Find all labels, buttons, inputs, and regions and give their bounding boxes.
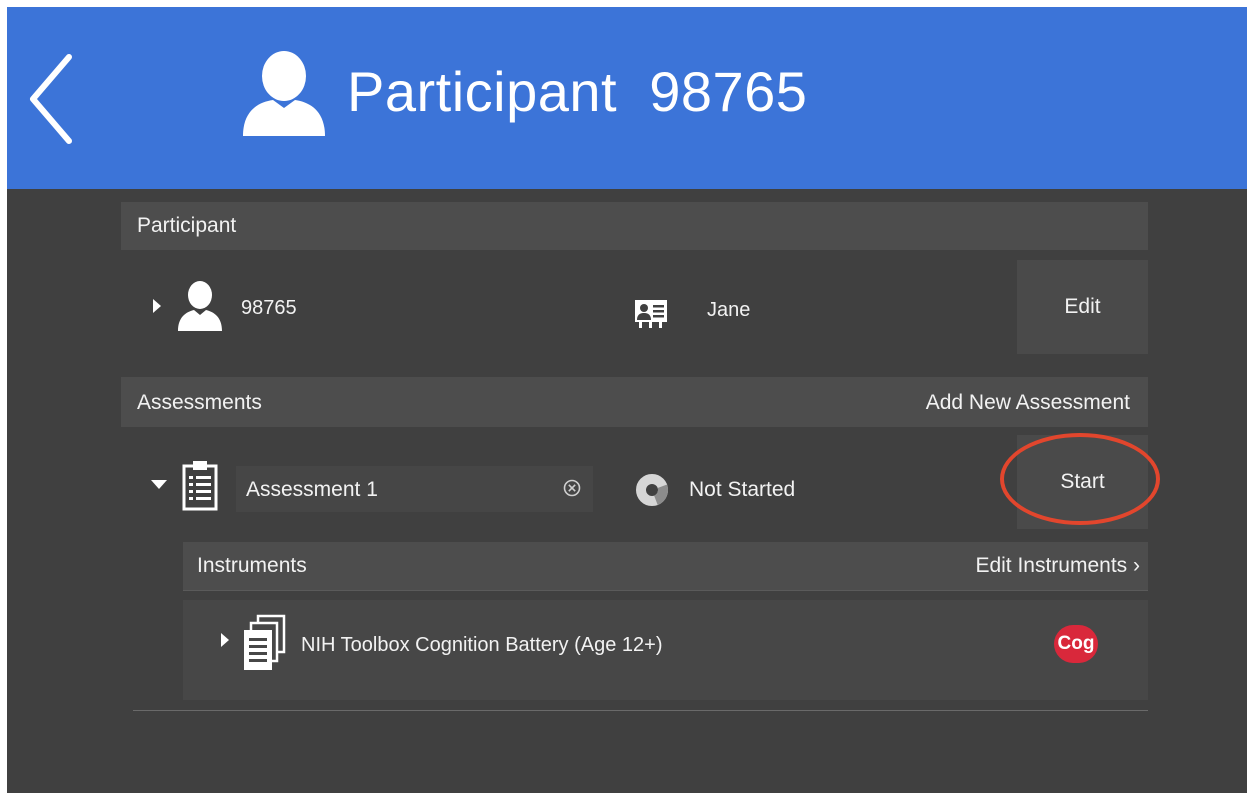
app-window: Participant 98765 Participant 98765 Jane…	[7, 7, 1247, 793]
clipboard-icon	[182, 461, 218, 511]
instrument-name: NIH Toolbox Cognition Battery (Age 12+)	[301, 634, 663, 656]
participant-user-icon	[178, 281, 222, 331]
start-button[interactable]: Start	[1017, 435, 1148, 529]
participant-id: 98765	[241, 297, 297, 319]
documents-icon	[244, 614, 286, 670]
participant-section-label: Participant	[137, 214, 237, 237]
assessments-section-label: Assessments	[137, 391, 262, 414]
app-header: Participant 98765	[7, 7, 1247, 189]
expand-participant-toggle[interactable]	[153, 299, 161, 313]
assessment-name: Assessment 1	[246, 478, 378, 501]
back-button[interactable]	[21, 51, 81, 147]
assessment-name-field[interactable]: Assessment 1	[236, 466, 593, 512]
page-title: Participant 98765	[347, 60, 808, 123]
assessment-status: Not Started	[689, 478, 796, 501]
edit-instruments-link[interactable]: Edit Instruments ›	[975, 554, 1140, 578]
participant-section-header: Participant	[121, 202, 1148, 250]
assessments-section-header: Assessments Add New Assessment	[121, 377, 1148, 427]
progress-ring-icon	[636, 474, 668, 506]
user-icon	[243, 51, 325, 136]
edit-participant-button[interactable]: Edit	[1017, 260, 1148, 354]
participant-name: Jane	[707, 299, 751, 321]
collapse-assessment-toggle[interactable]	[151, 480, 167, 489]
expand-instrument-toggle[interactable]	[221, 633, 229, 647]
instruments-section-header: Instruments Edit Instruments ›	[183, 542, 1148, 591]
chevron-left-icon	[30, 54, 72, 144]
cog-badge: Cog	[1054, 625, 1098, 663]
add-new-assessment-link[interactable]: Add New Assessment	[926, 391, 1130, 415]
clear-icon[interactable]	[563, 479, 581, 497]
id-card-icon	[635, 300, 667, 328]
instruments-section-label: Instruments	[197, 554, 307, 577]
section-divider	[133, 710, 1148, 711]
